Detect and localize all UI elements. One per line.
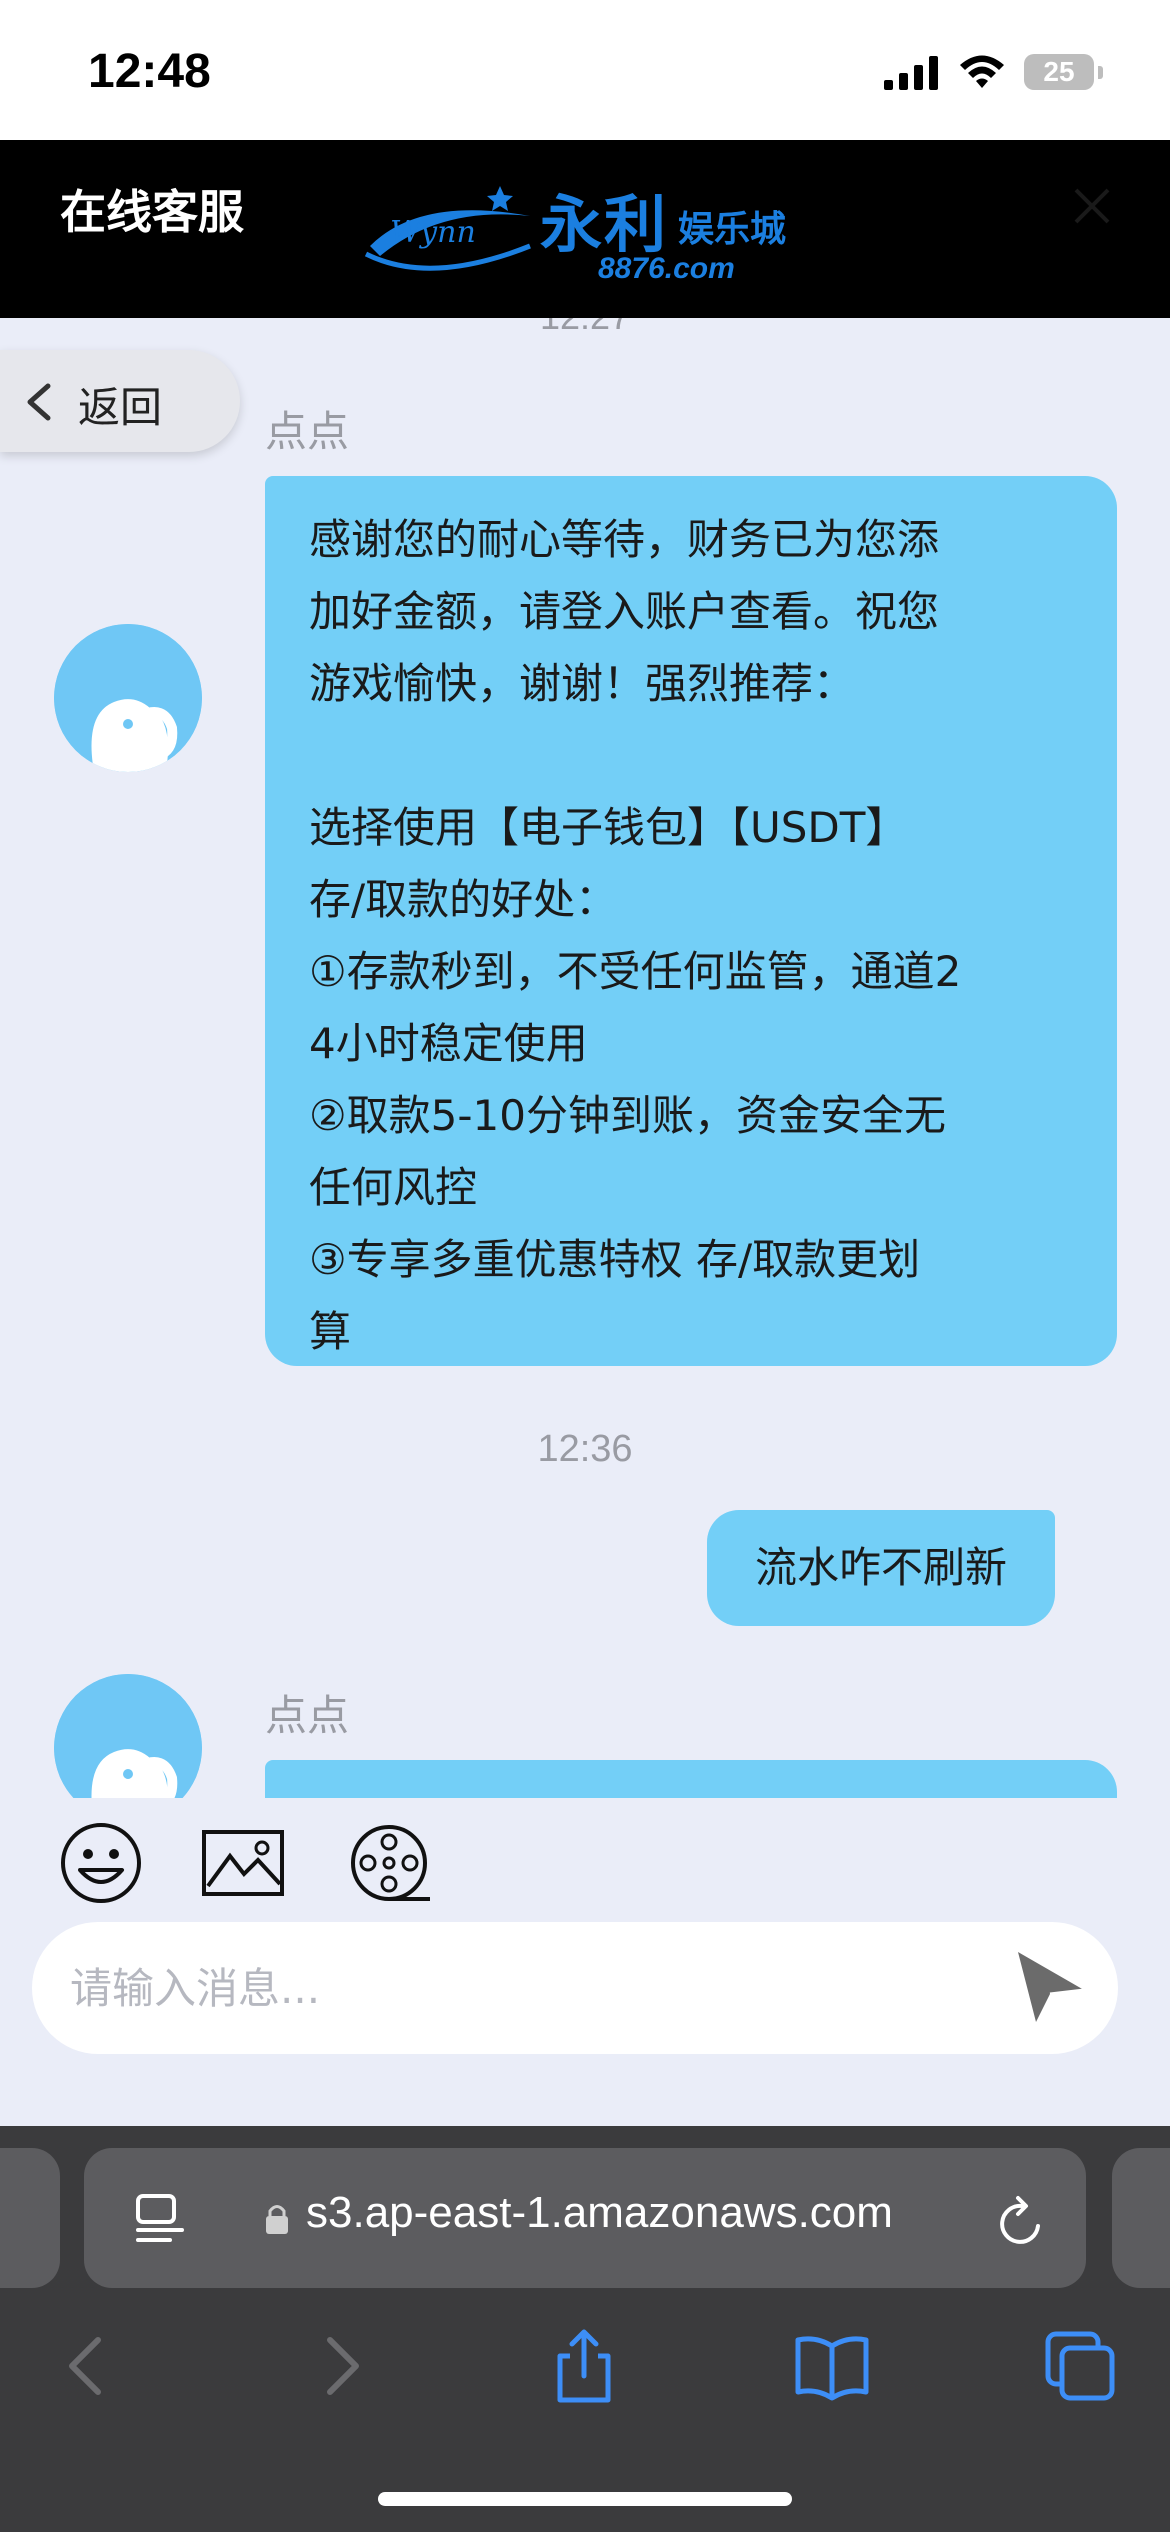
send-icon[interactable] bbox=[1010, 1946, 1090, 2026]
tabs-icon[interactable] bbox=[1040, 2326, 1120, 2406]
forward-arrow-icon[interactable] bbox=[300, 2326, 380, 2406]
back-arrow-icon[interactable] bbox=[48, 2326, 128, 2406]
status-icons: 25 bbox=[884, 50, 1114, 98]
chat-header: 在线客服 Wynn 永利 娱乐城 8876.com bbox=[0, 140, 1170, 318]
elephant-icon bbox=[54, 624, 202, 772]
url-text: s3.ap-east-1.amazonaws.com bbox=[306, 2188, 893, 2237]
brand-script: Wynn bbox=[390, 215, 476, 250]
close-icon[interactable] bbox=[1070, 184, 1114, 228]
message-bubble-partial bbox=[265, 1760, 1117, 1798]
video-icon[interactable] bbox=[346, 1820, 432, 1906]
lock-icon bbox=[266, 2205, 288, 2234]
sender-name: 点点 bbox=[265, 1691, 350, 1740]
brand-name: 永利 bbox=[540, 188, 669, 261]
status-time: 12:48 bbox=[88, 45, 211, 98]
back-button[interactable]: 返回 bbox=[0, 350, 240, 452]
chevron-left-icon bbox=[27, 383, 51, 421]
page-title: 在线客服 bbox=[60, 185, 244, 239]
message-input[interactable] bbox=[32, 1922, 1118, 2054]
battery-cap bbox=[1098, 66, 1103, 79]
browser-toolbar: s3.ap-east-1.amazonaws.com bbox=[0, 2126, 1170, 2532]
emoji-icon[interactable] bbox=[58, 1820, 144, 1906]
next-tab-preview[interactable] bbox=[1112, 2148, 1170, 2288]
battery-icon: 25 bbox=[1024, 54, 1094, 90]
address-bar[interactable]: s3.ap-east-1.amazonaws.com bbox=[84, 2148, 1086, 2288]
brand-swoosh-logo: Wynn bbox=[364, 186, 531, 271]
reader-icon[interactable] bbox=[132, 2190, 188, 2246]
home-indicator[interactable] bbox=[378, 2492, 792, 2506]
user-message-bubble: 流水咋不刷新 bbox=[706, 1510, 1055, 1626]
share-icon[interactable] bbox=[544, 2326, 624, 2406]
signal-icon bbox=[884, 56, 938, 90]
back-label: 返回 bbox=[78, 383, 163, 432]
reload-icon[interactable] bbox=[994, 2190, 1050, 2248]
brand-domain: 8876.com bbox=[598, 252, 735, 285]
sender-name: 点点 bbox=[265, 407, 350, 456]
timestamp: 12:27 bbox=[0, 318, 1170, 338]
message-text: 感谢您的耐心等待，财务已为您添 加好金额，请登入账户查看。祝您 游戏愉快，谢谢！… bbox=[309, 515, 962, 1356]
image-icon[interactable] bbox=[200, 1820, 286, 1906]
message-bubble: 感谢您的耐心等待，财务已为您添 加好金额，请登入账户查看。祝您 游戏愉快，谢谢！… bbox=[265, 476, 1117, 1366]
brand-logo: Wynn 永利 娱乐城 8876.com bbox=[360, 170, 810, 290]
bookmarks-icon[interactable] bbox=[792, 2326, 872, 2406]
timestamp: 12:36 bbox=[537, 1428, 633, 1470]
chat-messages[interactable]: 12:27 点点 感谢您的耐心等待，财务已为您添 加好金额，请登入账户查看。祝您… bbox=[0, 318, 1170, 1798]
previous-tab-preview[interactable] bbox=[0, 2148, 60, 2288]
agent-avatar bbox=[54, 624, 202, 772]
wifi-icon bbox=[960, 55, 1004, 88]
elephant-icon bbox=[54, 1674, 202, 1798]
agent-avatar bbox=[54, 1674, 202, 1798]
composer bbox=[0, 1798, 1170, 2126]
brand-sub: 娱乐城 bbox=[678, 209, 787, 250]
status-bar: 12:48 25 bbox=[0, 0, 1170, 140]
